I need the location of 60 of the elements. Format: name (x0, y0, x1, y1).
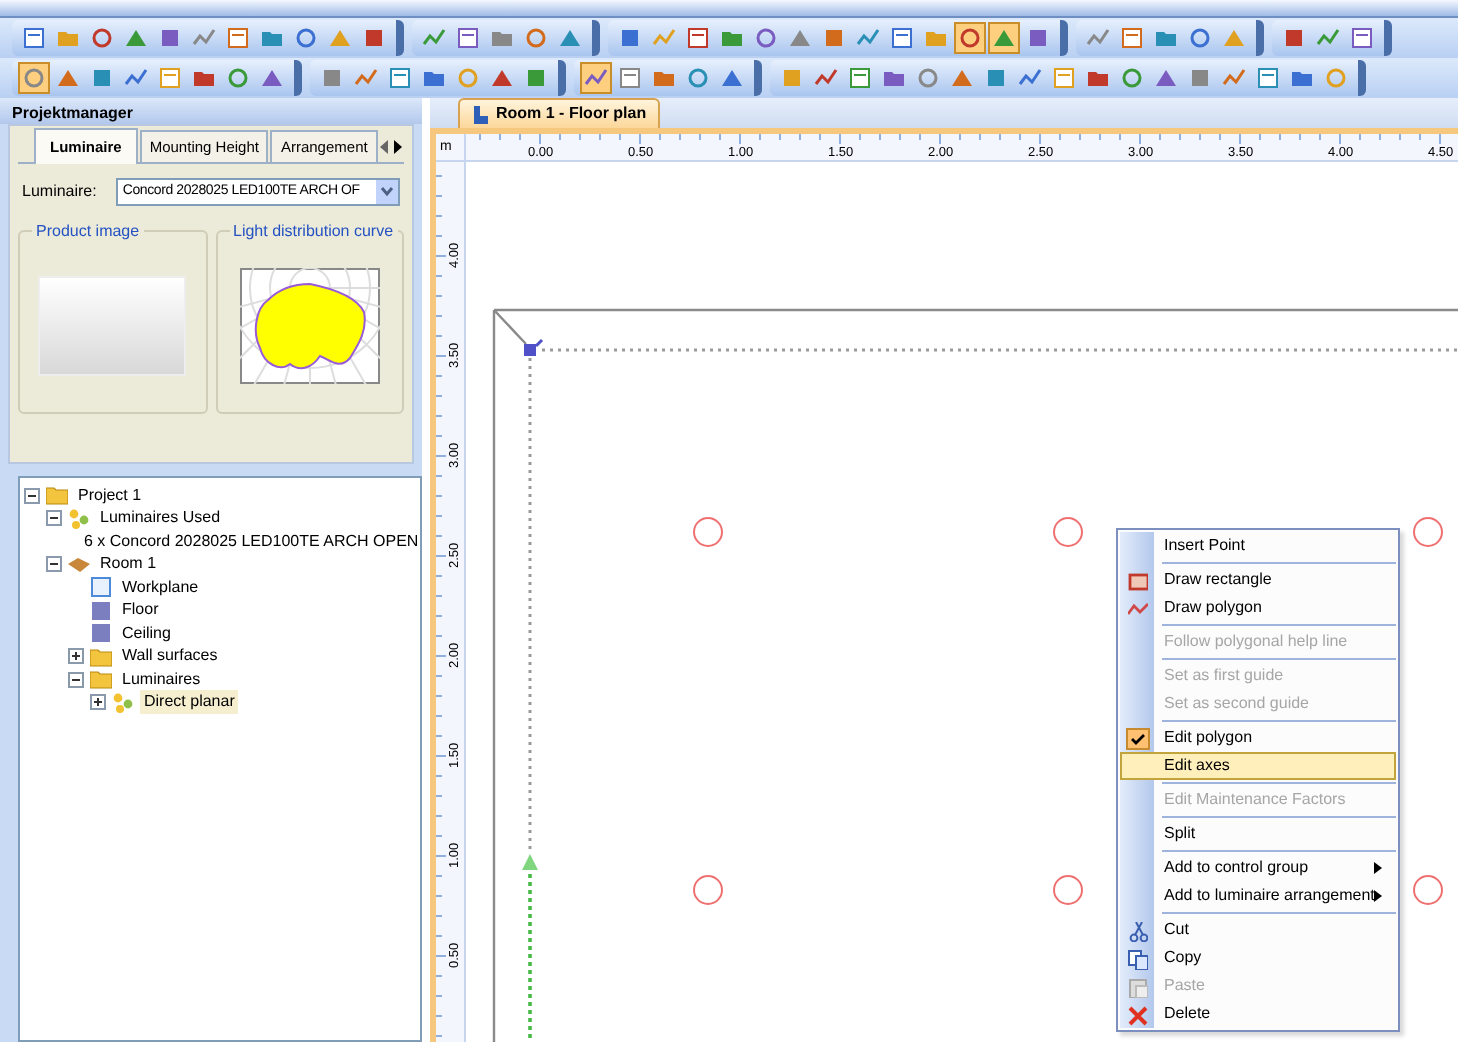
field-label: Luminaire: (22, 180, 97, 204)
floor-plan-icon[interactable] (472, 105, 490, 123)
submenu-arrow-icon (1374, 862, 1382, 874)
collapse-icon[interactable] (24, 487, 40, 504)
menu-item[interactable]: Add to control group (1120, 854, 1396, 882)
paste-icon (1128, 977, 1148, 997)
light-distribution-curve-drawing (239, 268, 380, 384)
group-title: Product image (32, 220, 144, 244)
folder-icon (90, 645, 112, 668)
copy-icon (1128, 949, 1148, 969)
circle-marker[interactable] (1053, 517, 1083, 547)
tree-item[interactable]: Workplane (118, 575, 203, 600)
submenu-arrow-icon (1374, 890, 1383, 902)
square-icon (90, 599, 112, 622)
menu-item[interactable]: Copy (1120, 944, 1396, 972)
menu-item[interactable]: Cut (1120, 916, 1396, 944)
polyline-icon (1128, 599, 1148, 619)
circle-marker[interactable] (693, 875, 723, 905)
menu-item[interactable]: Draw rectangle (1120, 566, 1396, 594)
circle-marker[interactable] (1413, 517, 1443, 547)
menu-item[interactable]: Add to luminaire arrangement (1120, 882, 1396, 910)
menu-item[interactable]: Edit axes (1120, 752, 1396, 780)
group-icon (112, 691, 134, 714)
circle-marker[interactable] (1053, 875, 1083, 905)
axis-arrow[interactable] (522, 854, 538, 1042)
square-icon (90, 576, 112, 599)
folder-icon (90, 668, 112, 691)
tree-item[interactable]: Wall surfaces (118, 644, 222, 669)
menu-item[interactable]: Edit polygon (1120, 724, 1396, 752)
panel-title: Projektmanager (0, 98, 422, 124)
menu-item[interactable]: Split (1120, 820, 1396, 848)
circle-marker[interactable] (693, 517, 723, 547)
expand-icon[interactable] (68, 648, 84, 665)
tree-item[interactable]: Room 1 (96, 552, 161, 577)
scroll-right-icon[interactable] (394, 140, 404, 154)
tree-item[interactable]: 6 x Concord 2028025 LED100TE ARCH OPEN (80, 529, 420, 554)
tree-item[interactable]: Project 1 (74, 483, 146, 508)
square-icon (90, 622, 112, 645)
menu-item[interactable]: Insert Point (1120, 532, 1396, 560)
tree-item[interactable]: Luminaires (118, 667, 205, 692)
group-icon (68, 507, 90, 530)
delete-icon (1128, 1005, 1148, 1025)
menu-item[interactable]: Delete (1120, 1000, 1396, 1028)
scissors-icon (1128, 921, 1148, 941)
corner-handle[interactable] (524, 338, 544, 356)
tree-item[interactable]: Floor (118, 598, 163, 623)
expand-icon[interactable] (90, 694, 106, 711)
tree-item[interactable]: Ceiling (118, 621, 175, 646)
group-title: Light distribution curve (229, 220, 398, 244)
collapse-icon[interactable] (68, 671, 84, 688)
collapse-icon[interactable] (46, 510, 62, 527)
checkmark-icon (1130, 732, 1146, 746)
room-icon (68, 553, 90, 576)
document-tab[interactable]: Room 1 - Floor plan (458, 98, 661, 128)
tree-item[interactable]: Luminaires Used (96, 506, 225, 531)
circle-marker[interactable] (1413, 875, 1443, 905)
menu-item[interactable]: Draw polygon (1120, 594, 1396, 622)
collapse-icon[interactable] (46, 556, 62, 573)
folder-icon (46, 484, 68, 507)
tree-item[interactable]: Direct planar (140, 690, 239, 715)
